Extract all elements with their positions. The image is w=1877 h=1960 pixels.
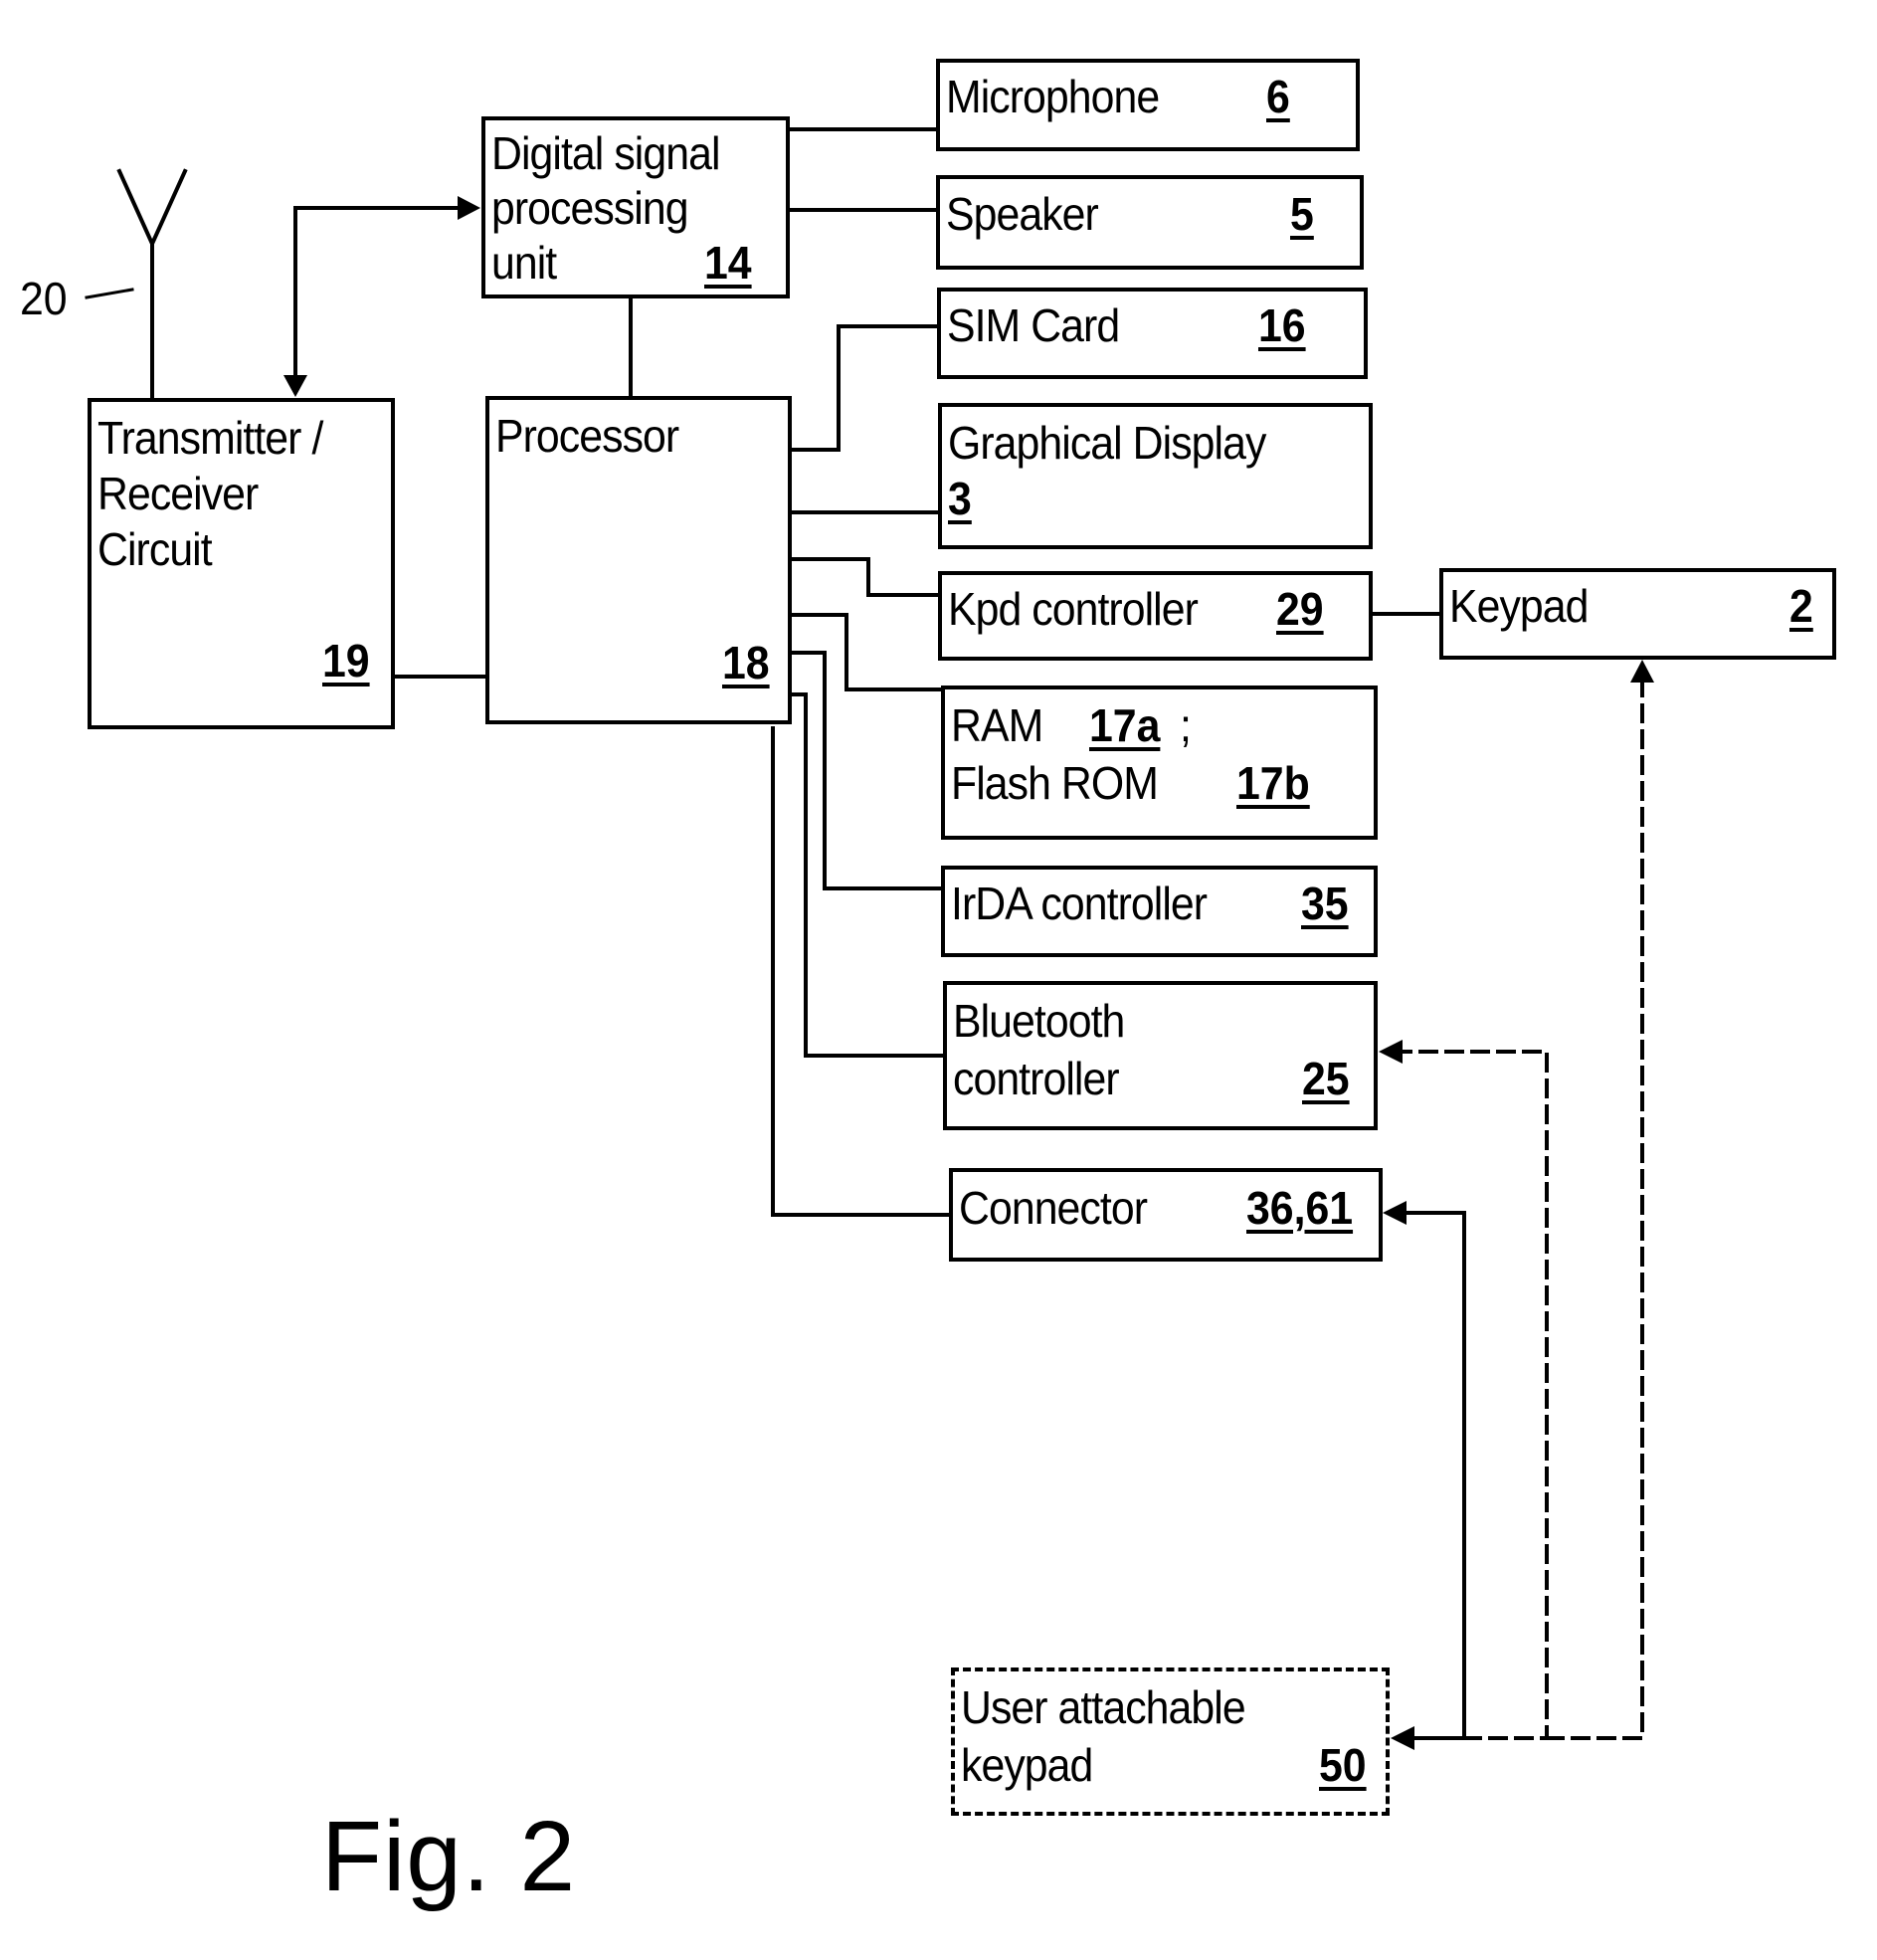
speaker-ref: 5 [1290,188,1314,240]
arrowhead-left-connector [1383,1201,1407,1225]
ram-ref: 17a [1089,699,1161,751]
processor-block[interactable]: Processor 18 [485,396,792,724]
sim-card-block[interactable]: SIM Card 16 [937,288,1368,379]
user-keypad-label-line1: User attachable [961,1681,1246,1733]
dsp-ref: 14 [704,237,752,289]
kpd-controller-block[interactable]: Kpd controller 29 [938,571,1373,661]
tr-dsp-link [293,206,462,378]
figure-caption: Fig. 2 [321,1801,577,1912]
transceiver-block[interactable]: Transmitter / Receiver Circuit 19 [88,398,395,729]
bluetooth-ref: 25 [1302,1053,1350,1104]
antenna-icon [116,168,188,400]
memory-block[interactable]: RAM 17a ; Flash ROM 17b [941,686,1378,840]
arrowhead-left-bluetooth [1379,1040,1403,1064]
microphone-block[interactable]: Microphone 6 [936,59,1360,151]
keypad-label: Keypad [1449,580,1589,632]
arrowhead-left-uak [1391,1726,1414,1750]
arrowhead-up-keypad [1630,660,1654,683]
bluetooth-label-line1: Bluetooth [953,995,1125,1047]
arrowhead-down-tr [283,375,307,397]
kpd-controller-ref: 29 [1276,583,1324,635]
sim-card-ref: 16 [1258,299,1306,351]
kpd-controller-label: Kpd controller [948,583,1199,635]
keypad-block[interactable]: Keypad 2 [1439,568,1836,660]
graphical-display-block[interactable]: Graphical Display 3 [938,403,1373,549]
processor-sim-link [789,324,939,452]
processor-label: Processor [495,410,679,462]
flash-rom-ref: 17b [1236,757,1310,809]
user-attachable-keypad-block[interactable]: User attachable keypad 50 [951,1667,1390,1816]
microphone-label: Microphone [946,71,1160,122]
keypad-ref: 2 [1789,580,1813,632]
irda-controller-label: IrDA controller [951,878,1208,929]
transceiver-ref: 19 [322,635,370,686]
connector-ref: 36,61 [1246,1182,1354,1234]
uak-keypad-link [1545,679,1644,1740]
processor-connector-link [771,726,951,1217]
flash-rom-label: Flash ROM [951,757,1159,809]
antenna-ref-label: 20 [20,273,68,324]
processor-kpd-link [789,557,940,597]
dsp-block[interactable]: Digital signal processing unit 14 [481,116,790,298]
transceiver-label-line2: Receiver [97,468,259,519]
irda-controller-ref: 35 [1301,878,1349,929]
irda-controller-block[interactable]: IrDA controller 35 [941,866,1378,957]
ram-label: RAM [951,699,1043,751]
user-keypad-ref: 50 [1319,1739,1367,1791]
bluetooth-controller-block[interactable]: Bluetooth controller 25 [943,981,1378,1130]
connector-label: Connector [959,1182,1148,1234]
microphone-ref: 6 [1266,71,1290,122]
antenna-ref-leader [85,288,134,299]
uak-connector-link [1403,1211,1466,1740]
dsp-label-line1: Digital signal [491,127,720,179]
connector-block[interactable]: Connector 36,61 [949,1168,1383,1262]
uak-bluetooth-wireless-link [1399,1050,1549,1740]
processor-ref: 18 [722,637,770,688]
speaker-block[interactable]: Speaker 5 [936,175,1364,270]
graphical-display-label: Graphical Display [948,417,1266,469]
dsp-label-line2: processing [491,182,689,234]
bluetooth-label-line2: controller [953,1053,1120,1104]
sim-card-label: SIM Card [947,299,1120,351]
arrowhead-right-dsp [458,196,480,220]
processor-bluetooth-link [789,692,945,1058]
user-keypad-label-line2: keypad [961,1739,1093,1791]
ram-separator: ; [1180,699,1192,751]
speaker-label: Speaker [946,188,1099,240]
graphical-display-ref: 3 [948,473,972,524]
dsp-label-line3: unit [491,237,557,289]
transceiver-label-line1: Transmitter / [97,412,323,464]
transceiver-label-line3: Circuit [97,523,213,575]
